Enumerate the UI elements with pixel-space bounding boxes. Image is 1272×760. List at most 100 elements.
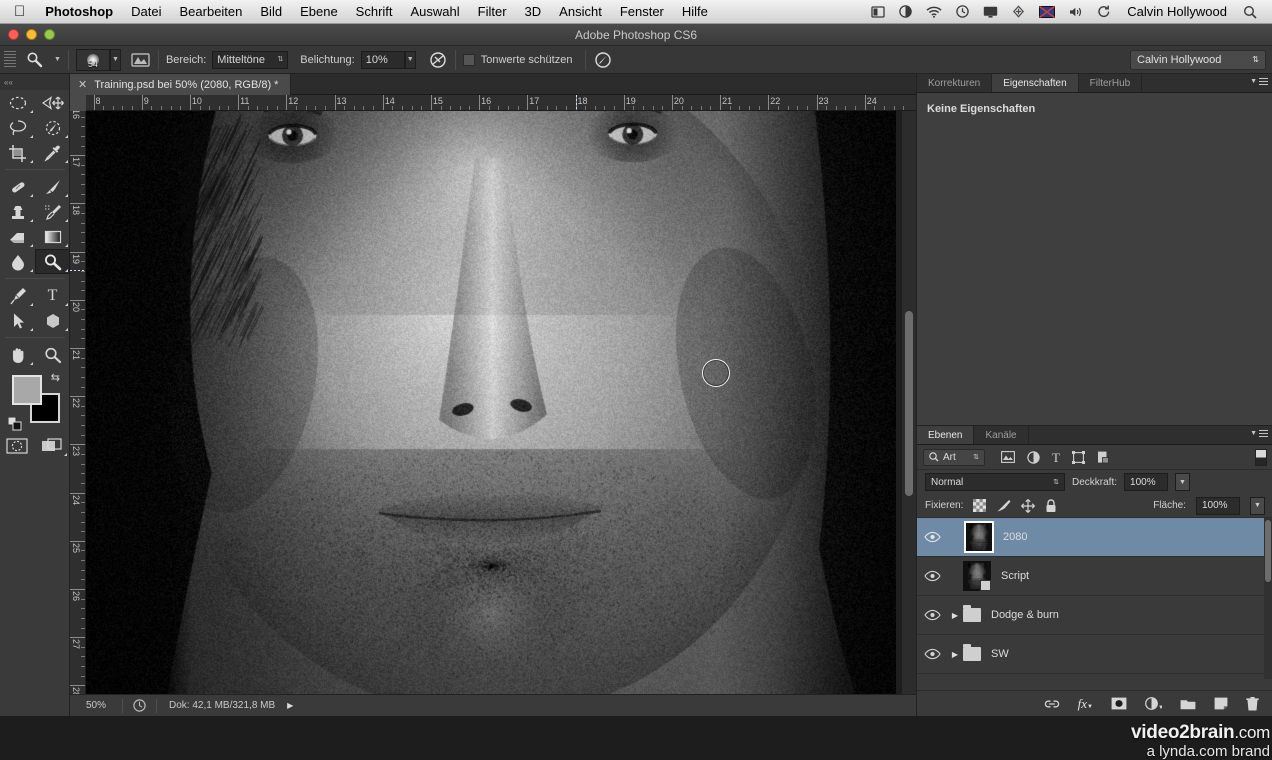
dropbox-icon[interactable] xyxy=(1005,5,1032,18)
eraser-tool[interactable] xyxy=(0,224,35,249)
scrollbar-thumb[interactable] xyxy=(1265,520,1271,582)
screen-icon[interactable] xyxy=(976,6,1005,18)
history-brush-tool[interactable] xyxy=(35,199,70,224)
tab-filterhub[interactable]: FilterHub xyxy=(1079,74,1143,92)
menu-item-datei[interactable]: Datei xyxy=(122,0,170,24)
tool-preset-chevron-icon[interactable]: ▼ xyxy=(54,56,61,63)
dodge-tool[interactable] xyxy=(35,249,70,274)
tab-ebenen[interactable]: Ebenen xyxy=(917,426,974,444)
menu-user-name[interactable]: Calvin Hollywood xyxy=(1118,4,1236,19)
group-expand-arrow-icon[interactable]: ▶ xyxy=(947,611,963,620)
search-icon[interactable] xyxy=(1236,5,1264,19)
blur-tool[interactable] xyxy=(0,249,35,274)
group-expand-arrow-icon[interactable]: ▶ xyxy=(947,650,963,659)
menu-item-hilfe[interactable]: Hilfe xyxy=(673,0,717,24)
table-row[interactable]: ▶ Dodge & burn xyxy=(917,596,1272,635)
window-controls[interactable] xyxy=(8,29,55,40)
menu-item-ansicht[interactable]: Ansicht xyxy=(550,0,611,24)
foreground-color-swatch[interactable] xyxy=(12,375,42,405)
table-row[interactable]: ▶ SW xyxy=(917,635,1272,674)
layer-mask-icon[interactable] xyxy=(1111,697,1127,710)
brush-size-preview[interactable]: 54 xyxy=(76,49,110,71)
swap-colors-icon[interactable]: ⇆ xyxy=(51,371,60,384)
apple-icon[interactable]:  xyxy=(0,4,36,19)
brush-picker-chevron-icon[interactable]: ▼ xyxy=(110,49,121,71)
wifi-icon[interactable] xyxy=(919,6,949,18)
screen-mode-icon[interactable] xyxy=(35,433,70,458)
menu-item-schrift[interactable]: Schrift xyxy=(347,0,402,24)
protect-tones-checkbox[interactable] xyxy=(463,54,475,66)
workspace-select[interactable]: Calvin Hollywood ⇅ xyxy=(1130,50,1266,70)
default-colors-icon[interactable] xyxy=(8,417,22,431)
opacity-stepper[interactable]: ▼ xyxy=(1175,473,1190,491)
ruler-corner[interactable] xyxy=(70,95,86,111)
fill-stepper[interactable]: ▼ xyxy=(1250,497,1265,515)
layer-filter-kind-select[interactable]: Art ⇅ xyxy=(923,449,985,466)
range-select[interactable]: Mitteltöne ⇅ xyxy=(212,51,288,69)
menu-item-3d[interactable]: 3D xyxy=(516,0,551,24)
elliptical-marquee-tool[interactable] xyxy=(0,90,35,115)
collapse-panel-icon[interactable]: «« xyxy=(0,74,69,90)
layer-thumbnail[interactable] xyxy=(963,561,991,591)
delete-layer-icon[interactable] xyxy=(1246,697,1259,711)
tab-eigenschaften[interactable]: Eigenschaften xyxy=(992,74,1078,92)
link-layers-icon[interactable] xyxy=(1044,698,1060,710)
pixel-filter-icon[interactable] xyxy=(1001,451,1015,463)
tab-korrekturen[interactable]: Korrekturen xyxy=(917,74,992,92)
tablet-pressure-icon[interactable] xyxy=(593,51,613,69)
adjustment-filter-icon[interactable] xyxy=(1027,451,1040,464)
close-tab-icon[interactable]: ✕ xyxy=(78,78,87,91)
filter-toggle-icon[interactable] xyxy=(1255,449,1267,466)
eyedropper-tool[interactable] xyxy=(35,140,70,165)
menu-item-photoshop[interactable]: Photoshop xyxy=(36,0,122,24)
airbrush-icon[interactable] xyxy=(428,51,448,69)
new-group-icon[interactable] xyxy=(1180,697,1196,710)
crop-tool[interactable] xyxy=(0,140,35,165)
document-tab[interactable]: ✕ Training.psd bei 50% (2080, RGB/8) * xyxy=(70,74,291,95)
zoom-tool[interactable] xyxy=(35,342,70,367)
quick-mask-icon[interactable] xyxy=(0,433,35,458)
gradient-tool[interactable] xyxy=(35,224,70,249)
path-selection-tool[interactable] xyxy=(0,308,35,333)
panel-menu-icon[interactable]: ▼ xyxy=(1250,430,1268,438)
blend-mode-select[interactable]: Normal ⇅ xyxy=(925,473,1065,491)
menu-item-ebene[interactable]: Ebene xyxy=(291,0,347,24)
timemachine-icon[interactable] xyxy=(949,5,976,18)
smartobject-filter-icon[interactable] xyxy=(1097,451,1110,464)
opacity-field[interactable]: 100% xyxy=(1124,473,1168,491)
shape-tool[interactable] xyxy=(35,308,70,333)
canvas-vertical-scrollbar[interactable] xyxy=(902,111,916,694)
pen-tool[interactable] xyxy=(0,283,35,308)
menu-item-bearbeiten[interactable]: Bearbeiten xyxy=(171,0,252,24)
tab-kanaele[interactable]: Kanäle xyxy=(974,426,1028,444)
lock-all-icon[interactable] xyxy=(1045,499,1057,513)
exposure-field[interactable]: 10% xyxy=(361,51,405,69)
layer-thumbnail[interactable] xyxy=(965,522,993,552)
new-layer-icon[interactable] xyxy=(1214,697,1228,710)
brush-tool[interactable] xyxy=(35,174,70,199)
adjustment-layer-icon[interactable]: ▼ xyxy=(1145,697,1162,710)
zoom-button[interactable] xyxy=(44,29,55,40)
close-button[interactable] xyxy=(8,29,19,40)
exposure-chevron-icon[interactable]: ▼ xyxy=(405,51,416,69)
dodge-tool-icon[interactable] xyxy=(22,51,48,69)
flag-icon[interactable] xyxy=(1032,6,1062,18)
fill-field[interactable]: 100% xyxy=(1196,497,1240,515)
volume-icon[interactable] xyxy=(1062,6,1090,18)
expand-arrow-icon[interactable]: ▶ xyxy=(287,701,293,710)
lock-transparency-icon[interactable] xyxy=(973,499,986,512)
battery-icon[interactable] xyxy=(892,5,919,18)
display-mirror-icon[interactable] xyxy=(864,6,892,18)
layer-visibility-icon[interactable] xyxy=(917,570,947,582)
type-filter-icon[interactable]: T xyxy=(1052,451,1060,464)
menu-item-fenster[interactable]: Fenster xyxy=(611,0,673,24)
canvas-area[interactable] xyxy=(86,111,916,694)
healing-brush-tool[interactable] xyxy=(0,174,35,199)
zoom-level[interactable]: 50% xyxy=(70,700,122,711)
lasso-tool[interactable] xyxy=(0,115,35,140)
table-row[interactable]: 2080 xyxy=(917,518,1272,557)
document-image[interactable] xyxy=(86,111,896,694)
layer-visibility-icon[interactable] xyxy=(917,609,947,621)
options-bar-grip[interactable] xyxy=(4,51,16,69)
type-tool[interactable]: T xyxy=(35,283,70,308)
